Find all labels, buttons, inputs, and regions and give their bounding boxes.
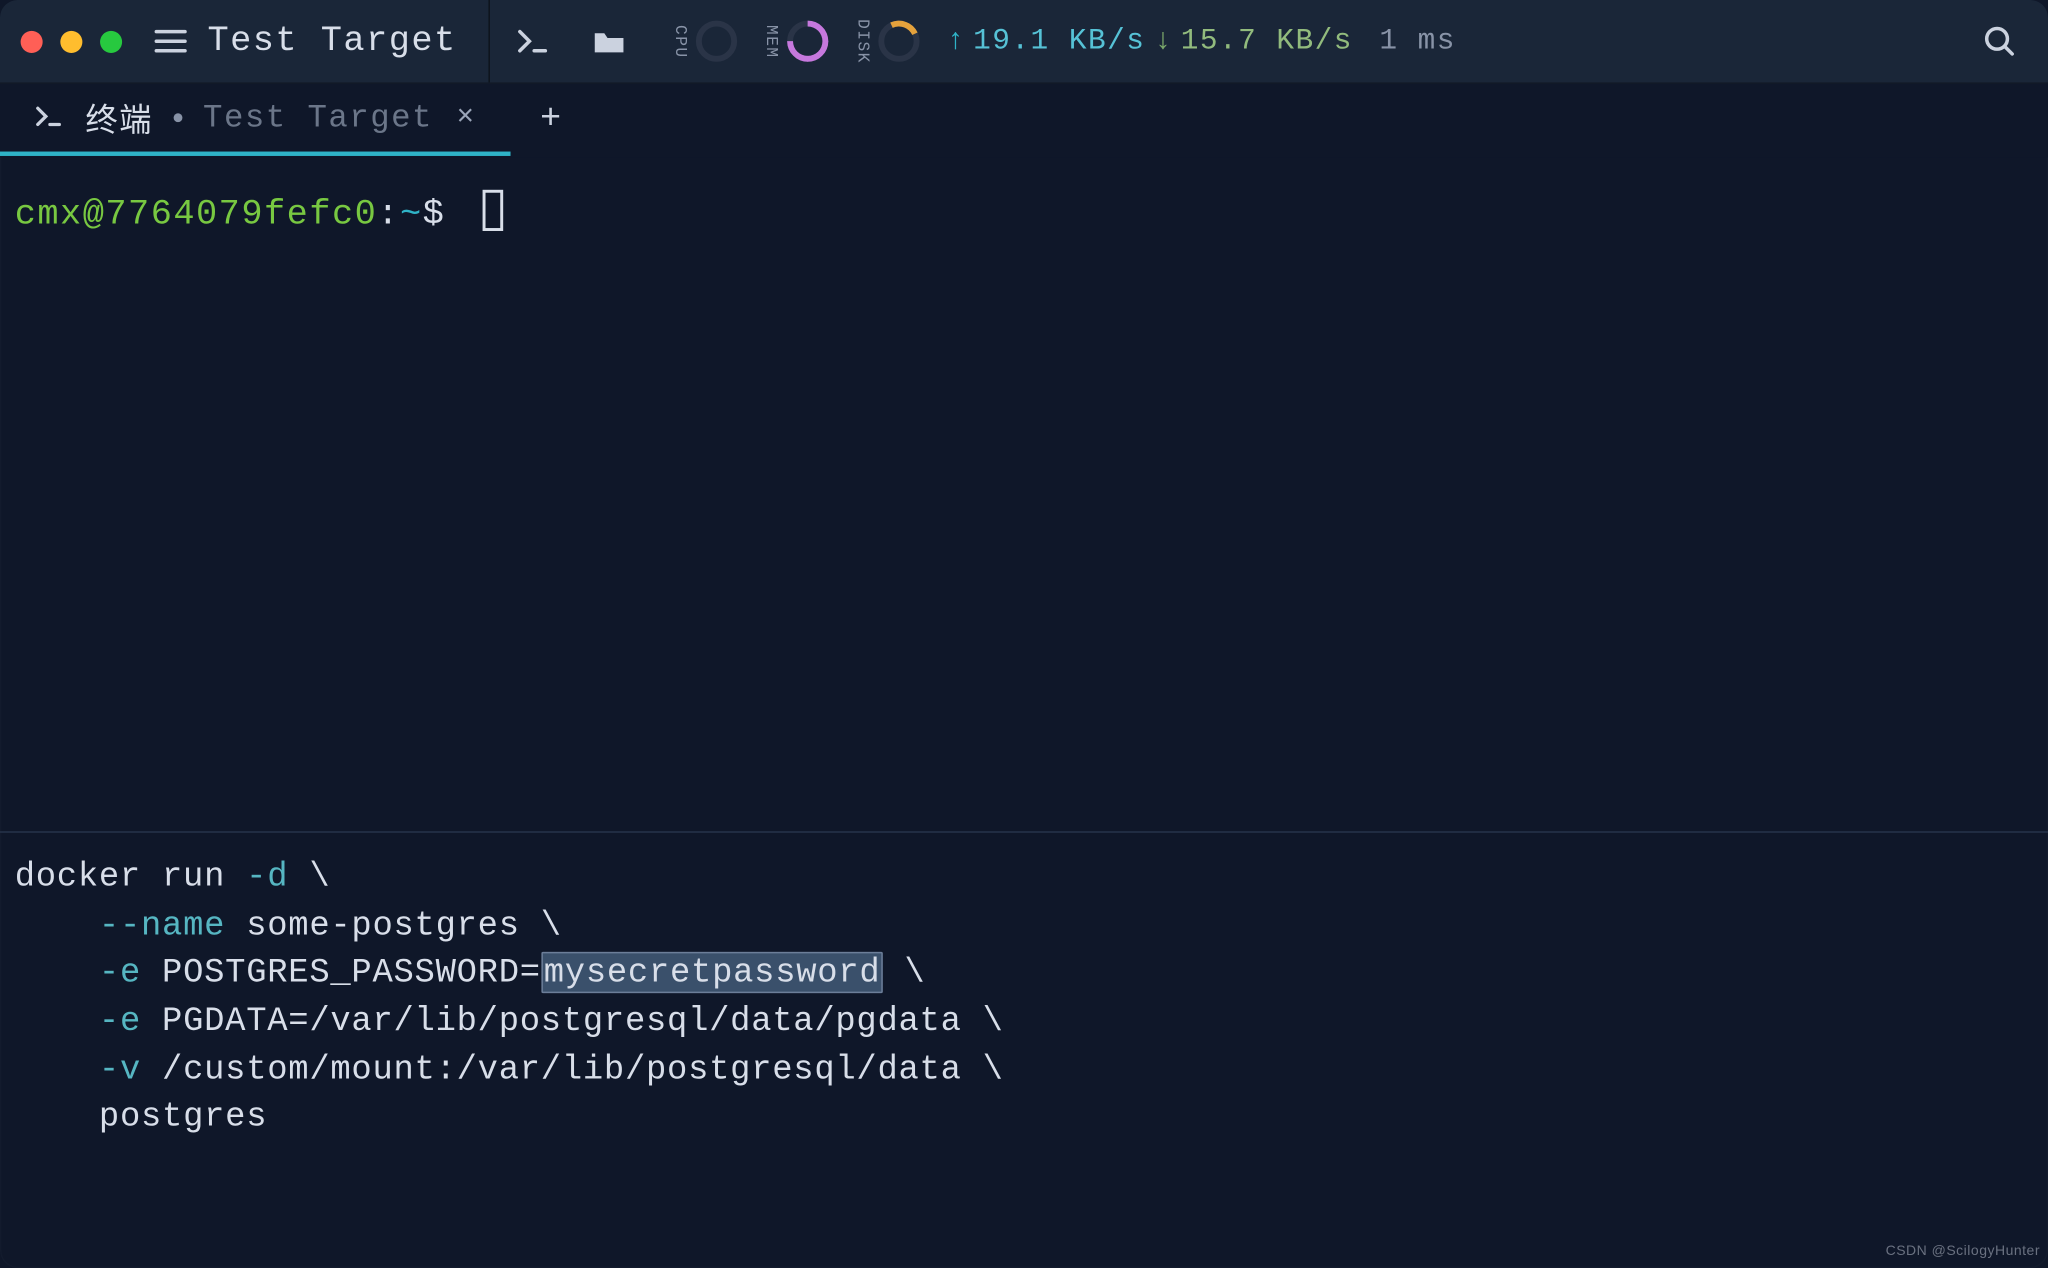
shell-prompt: cmx@7764079fefc0:~$	[15, 196, 468, 236]
disk-gauge-icon	[879, 21, 920, 62]
zoom-window-button[interactable]	[100, 30, 122, 52]
terminal-tab-icon	[32, 102, 64, 134]
mem-gauge-icon	[788, 21, 829, 62]
divider	[489, 0, 490, 82]
disk-label: DISK	[853, 19, 871, 64]
highlighted-password: mysecretpassword	[541, 952, 884, 993]
tab-subtitle: Test Target	[203, 99, 433, 136]
network-stat: ↑ 19.1 KB/s ↓ 15.7 KB/s	[947, 24, 1353, 58]
disk-stat: DISK	[847, 19, 926, 64]
minimize-window-button[interactable]	[60, 30, 82, 52]
prompt-at: @	[83, 196, 106, 236]
code-text: docker run -d \ --name some-postgres \ -…	[15, 858, 1004, 1136]
prompt-path: ~	[400, 196, 423, 236]
cursor	[483, 190, 504, 231]
cpu-stat: CPU	[664, 21, 743, 62]
latency: 1 ms	[1379, 24, 1456, 58]
prompt-symbol: $	[423, 196, 446, 236]
upload-speed: 19.1 KB/s	[973, 24, 1145, 58]
tab-modified-indicator	[174, 113, 183, 122]
mem-label: MEM	[761, 24, 779, 58]
tab-label: 终端	[85, 94, 153, 141]
mem-stat: MEM	[755, 21, 834, 62]
cpu-gauge-icon	[697, 21, 738, 62]
cpu-label: CPU	[670, 24, 688, 58]
search-icon[interactable]	[1977, 19, 2021, 63]
app-window: Test Target CPU MEM DISK ↑ 19.1 KB/s ↓ 1…	[0, 0, 2048, 1268]
hamburger-menu-icon[interactable]	[149, 19, 193, 63]
window-controls	[21, 30, 123, 52]
window-title: Test Target	[205, 21, 469, 61]
close-tab-icon[interactable]: ×	[454, 101, 479, 135]
code-block[interactable]: docker run -d \ --name some-postgres \ -…	[15, 853, 1004, 1253]
download-arrow-icon: ↓	[1154, 24, 1172, 58]
titlebar: Test Target CPU MEM DISK ↑ 19.1 KB/s ↓ 1…	[0, 0, 2048, 84]
prompt-host: 7764079fefc0	[105, 196, 377, 236]
folder-icon[interactable]	[588, 19, 632, 63]
terminal-icon[interactable]	[511, 19, 555, 63]
download-speed: 15.7 KB/s	[1181, 24, 1353, 58]
new-tab-button[interactable]: +	[511, 84, 590, 156]
close-window-button[interactable]	[21, 30, 43, 52]
prompt-colon: :	[377, 196, 400, 236]
prompt-user: cmx	[15, 196, 83, 236]
tab-terminal[interactable]: 终端 Test Target ×	[0, 84, 511, 156]
watermark: CSDN @ScilogyHunter	[1886, 1242, 2040, 1258]
tabbar: 终端 Test Target × +	[0, 84, 2048, 158]
upload-arrow-icon: ↑	[947, 24, 965, 58]
suggestion-panel: docker run -d \ --name some-postgres \ -…	[0, 833, 2048, 1268]
terminal-pane[interactable]: cmx@7764079fefc0:~$	[0, 157, 2048, 831]
